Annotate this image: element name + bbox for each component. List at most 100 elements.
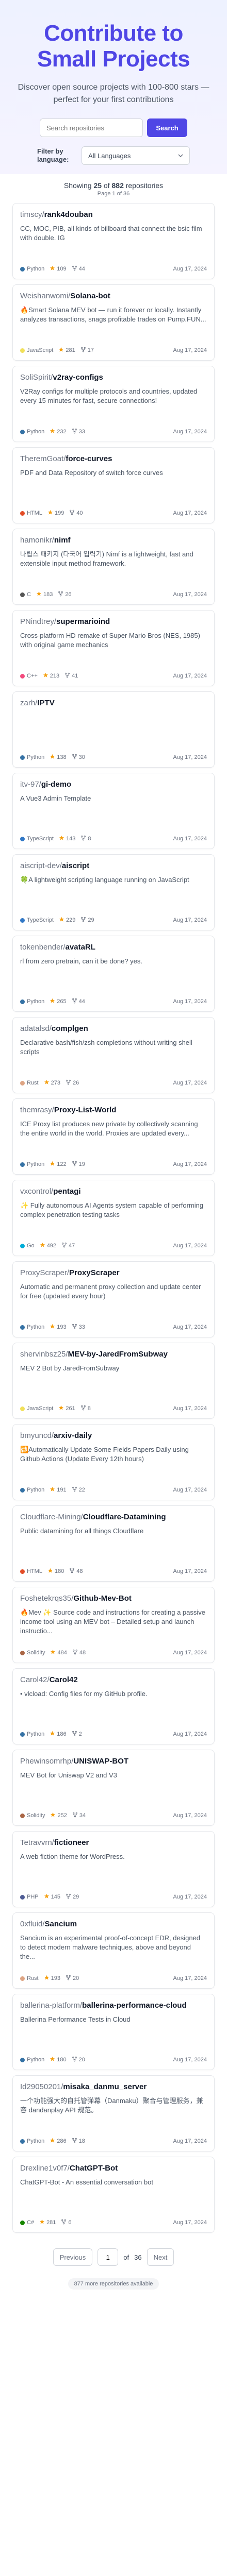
repo-name-link[interactable]: shervinbsz25/MEV-by-JaredFromSubway — [20, 1349, 207, 1360]
repo-name-link[interactable]: zarh/IPTV — [20, 698, 207, 708]
star-icon — [44, 1079, 50, 1087]
repo-name-link[interactable]: aiscript-dev/aiscript — [20, 861, 207, 871]
repo-card[interactable]: zarh/IPTV Python 138 30 Aug 17, 2024 — [12, 691, 215, 768]
repo-owner: ProxyScraper/ — [20, 1268, 70, 1277]
repo-card[interactable]: Foshetekrqs35/Github-Mev-Bot 🔥Mev ✨ Sourc… — [12, 1587, 215, 1663]
repo-stars-count: 193 — [51, 1975, 60, 1981]
repo-stars: 199 — [47, 510, 64, 517]
repo-description: rl from zero pretrain, can it be done? y… — [20, 957, 143, 965]
search-input[interactable] — [40, 118, 143, 137]
repo-description: ChatGPT-Bot - An essential conversation … — [20, 2178, 153, 2186]
repo-forks-count: 26 — [72, 1080, 79, 1086]
repo-card[interactable]: Drexline1v0f7/ChatGPT-Bot ChatGPT-Bot - A… — [12, 2157, 215, 2233]
repo-name-link[interactable]: itv-97/gi-demo — [20, 779, 207, 790]
repo-card[interactable]: themrasy/Proxy-List-World ICE Proxy list … — [12, 1098, 215, 1175]
repo-forks: 17 — [80, 347, 94, 354]
repo-card[interactable]: TheremGoat/force-curves PDF and Data Repo… — [12, 447, 215, 523]
repo-name: supermarioind — [56, 617, 110, 626]
repo-stars: 186 — [50, 1731, 67, 1738]
repo-name-link[interactable]: themrasy/Proxy-List-World — [20, 1105, 207, 1115]
repo-name-link[interactable]: Carol42/Carol42 — [20, 1675, 207, 1685]
repo-owner: hamonikr/ — [20, 536, 54, 545]
repo-name-link[interactable]: 0xfluid/Sancium — [20, 1919, 207, 1929]
repo-meta: Python 191 22 Aug 17, 2024 — [20, 1486, 207, 1494]
repo-card[interactable]: Carol42/Carol42 • vlcload: Config files f… — [12, 1668, 215, 1744]
page-number-input[interactable] — [98, 2248, 119, 2266]
repo-card[interactable]: hamonikr/nimf 나립스 패키지 (다국어 입력기) Nimf is a… — [12, 529, 215, 605]
repo-name-link[interactable]: Id29050201/misaka_danmu_server — [20, 2082, 207, 2092]
repo-name-link[interactable]: Foshetekrqs35/Github-Mev-Bot — [20, 1594, 207, 1604]
repo-language-label: C# — [27, 2219, 35, 2226]
repo-name-link[interactable]: vxcontrol/pentagi — [20, 1187, 207, 1197]
repo-name-link[interactable]: ProxyScraper/ProxyScraper — [20, 1268, 207, 1278]
repo-card[interactable]: tokenbender/avataRL rl from zero pretrain… — [12, 936, 215, 1012]
repo-name-link[interactable]: Phewinsomrhp/UNISWAP-BOT — [20, 1756, 207, 1767]
next-button[interactable]: Next — [147, 2248, 174, 2266]
star-icon — [50, 265, 55, 273]
repo-updated-date: Aug 17, 2024 — [173, 510, 207, 516]
language-select[interactable]: All Languages — [82, 146, 190, 165]
repo-card[interactable]: PNindtrey/supermarioind Cross-platform HD… — [12, 610, 215, 686]
repo-meta: Python 180 20 Aug 17, 2024 — [20, 2056, 207, 2063]
repo-card[interactable]: Cloudflare-Mining/Cloudflare-Datamining P… — [12, 1505, 215, 1582]
repo-name-link[interactable]: PNindtrey/supermarioind — [20, 617, 207, 627]
repo-card[interactable]: shervinbsz25/MEV-by-JaredFromSubway MEV 2… — [12, 1343, 215, 1419]
repo-name-link[interactable]: Cloudflare-Mining/Cloudflare-Datamining — [20, 1512, 207, 1522]
repo-card[interactable]: ProxyScraper/ProxyScraper Automatic and p… — [12, 1261, 215, 1337]
repo-card[interactable]: bmyuncd/arxiv-daily 🔁Automatically Update… — [12, 1424, 215, 1500]
repo-forks-count: 20 — [78, 2057, 85, 2063]
language-dot-icon — [20, 1732, 25, 1737]
repo-language: TypeScript — [20, 917, 54, 923]
repo-meta: HTML 199 40 Aug 17, 2024 — [20, 510, 207, 517]
repo-card[interactable]: Tetravvrn/fictioneer A web fiction theme … — [12, 1831, 215, 1907]
repo-name: misaka_danmu_server — [63, 2082, 147, 2091]
repo-forks: 20 — [72, 2056, 85, 2063]
repo-card[interactable]: Phewinsomrhp/UNISWAP-BOT MEV Bot for Unis… — [12, 1750, 215, 1826]
repo-name: nimf — [54, 536, 71, 545]
repo-forks-count: 29 — [72, 1894, 79, 1900]
repo-language-label: Rust — [27, 1080, 39, 1086]
repo-name-link[interactable]: TheremGoat/force-curves — [20, 454, 207, 464]
repo-card[interactable]: Weishanwomi/Solana-bot 🔥Smart Solana MEV … — [12, 284, 215, 361]
repo-owner: Tetravvrn/ — [20, 1838, 54, 1847]
repo-forks: 33 — [72, 1324, 85, 1331]
repo-card[interactable]: 0xfluid/Sancium Sancium is an experimenta… — [12, 1912, 215, 1989]
repo-name-link[interactable]: Drexline1v0f7/ChatGPT-Bot — [20, 2163, 207, 2174]
repo-language-label: Python — [27, 1731, 45, 1737]
repo-stars: 492 — [40, 1242, 56, 1249]
repo-card[interactable]: itv-97/gi-demo A Vue3 Admin Template TypeS… — [12, 773, 215, 849]
repo-card[interactable]: aiscript-dev/aiscript 🍀A lightweight scri… — [12, 854, 215, 930]
fork-icon — [61, 1242, 67, 1249]
repo-name: Github-Mev-Bot — [73, 1594, 132, 1603]
repo-name-link[interactable]: Weishanwomi/Solana-bot — [20, 291, 207, 301]
repo-stars-count: 143 — [66, 836, 76, 842]
repo-language-label: Python — [27, 2057, 45, 2063]
repo-name-link[interactable]: hamonikr/nimf — [20, 535, 207, 546]
repo-name-link[interactable]: tokenbender/avataRL — [20, 942, 207, 953]
repo-owner: Carol42/ — [20, 1675, 50, 1684]
fork-icon — [69, 510, 75, 517]
repo-language: Go — [20, 1243, 35, 1249]
repo-name-link[interactable]: Tetravvrn/fictioneer — [20, 1838, 207, 1848]
repo-meta: Python 193 33 Aug 17, 2024 — [20, 1324, 207, 1331]
repo-card[interactable]: Id29050201/misaka_danmu_server 一个功能强大的自托管… — [12, 2075, 215, 2151]
repo-card[interactable]: ballerina-platform/ballerina-performance… — [12, 1994, 215, 2070]
repo-forks: 48 — [69, 1568, 83, 1575]
repo-card[interactable]: adatalsd/complgen Declarative bash/fish/z… — [12, 1017, 215, 1093]
previous-button[interactable]: Previous — [53, 2248, 93, 2266]
repo-forks-count: 33 — [78, 429, 85, 435]
search-button[interactable]: Search — [147, 118, 187, 137]
repo-stars-count: 286 — [57, 2138, 67, 2144]
repo-name-link[interactable]: timscy/rank4douban — [20, 210, 207, 220]
repo-name-link[interactable]: bmyuncd/arxiv-daily — [20, 1431, 207, 1441]
repo-card[interactable]: timscy/rank4douban CC, MOC, PIB, all kind… — [12, 203, 215, 279]
repo-name-link[interactable]: adatalsd/complgen — [20, 1024, 207, 1034]
repo-stars: 265 — [50, 998, 67, 1005]
repo-forks: 8 — [80, 1405, 91, 1412]
repo-name-link[interactable]: ballerina-platform/ballerina-performance… — [20, 2001, 207, 2011]
repo-card[interactable]: SoliSpirit/v2ray-configs V2Ray configs fo… — [12, 366, 215, 442]
repo-card[interactable]: vxcontrol/pentagi ✨ Fully autonomous AI A… — [12, 1180, 215, 1256]
repo-language: Python — [20, 1487, 44, 1493]
repo-name-link[interactable]: SoliSpirit/v2ray-configs — [20, 372, 207, 383]
fork-icon — [72, 1161, 77, 1168]
